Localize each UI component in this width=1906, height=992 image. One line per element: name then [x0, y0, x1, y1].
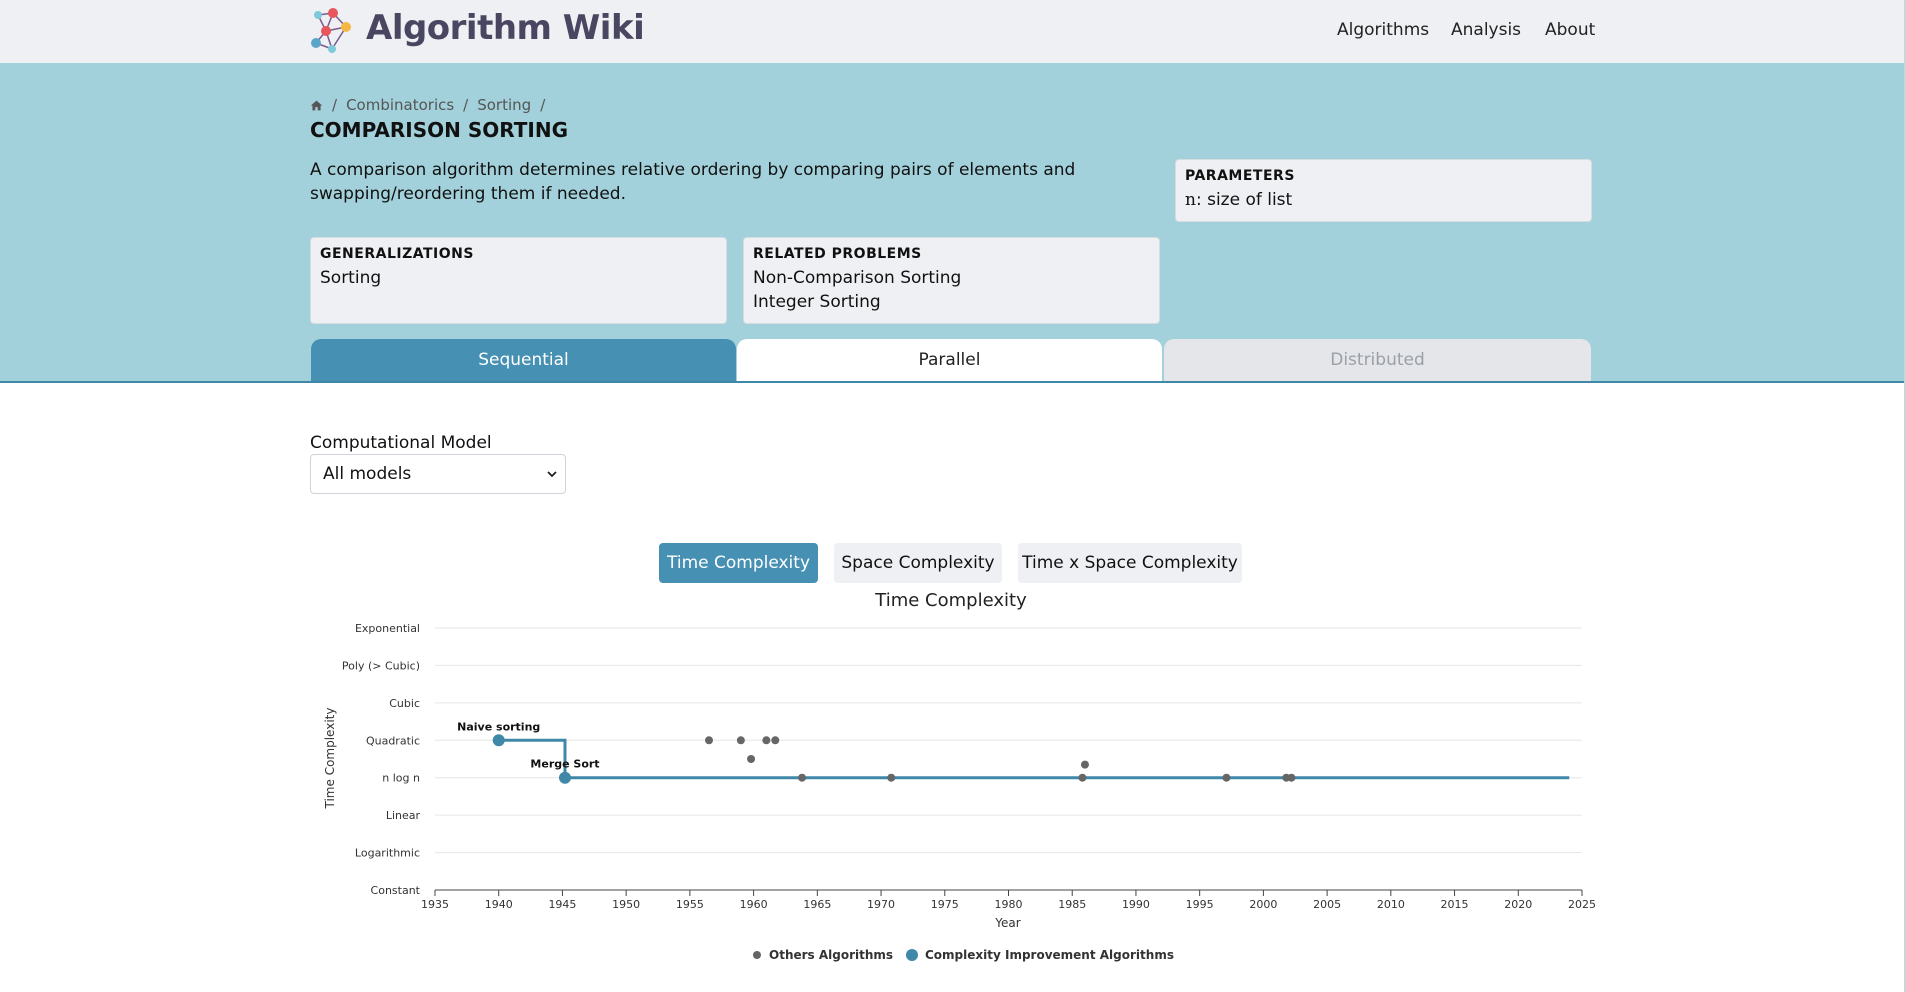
related-problems-heading: RELATED PROBLEMS [753, 246, 922, 262]
chart-x-tick-label: 1995 [1186, 898, 1214, 911]
breadcrumb-separator: / [540, 96, 546, 114]
chart-improvement-step-line [498, 738, 1570, 780]
chart-y-tick-label: Exponential [355, 622, 420, 635]
tab-sequential[interactable]: Sequential [311, 339, 736, 381]
chart-x-tick-label: 2000 [1249, 898, 1277, 911]
chart-x-axis-label: Year [994, 916, 1020, 930]
chart-y-tick-label: n log n [382, 772, 420, 785]
chart-y-tick-label: Poly (> Cubic) [342, 659, 420, 672]
computational-model-select[interactable]: All models [310, 454, 566, 494]
chart-point-other [1078, 773, 1087, 782]
problem-header-band [0, 63, 1904, 383]
generalization-link-sorting[interactable]: Sorting [320, 266, 717, 290]
chart-point-other [771, 736, 780, 745]
brand-title[interactable]: Algorithm Wiki [366, 8, 645, 48]
chart-point-improvement [492, 734, 505, 747]
chart-x-tick-label: 2005 [1313, 898, 1341, 911]
chart-data-label: Merge Sort [530, 758, 599, 771]
chart-legend-marker-others [753, 951, 761, 959]
parameter-text: : size of list [1195, 190, 1293, 210]
related-problems-card: RELATED PROBLEMS Non-Comparison Sorting … [743, 237, 1160, 324]
logo-icon[interactable] [308, 5, 358, 55]
tab-distributed[interactable]: Distributed [1164, 339, 1591, 381]
time-space-complexity-button[interactable]: Time x Space Complexity [1018, 543, 1242, 583]
chart-point-other [1222, 773, 1231, 782]
chart-x-tick-label: 1965 [803, 898, 831, 911]
chart-x-tick-label: 2010 [1377, 898, 1405, 911]
nav-link-about[interactable]: About [1545, 20, 1595, 40]
chart-x-tick-label: 1955 [676, 898, 704, 911]
computational-model-value: All models [323, 464, 412, 484]
tab-parallel[interactable]: Parallel [737, 339, 1162, 381]
page-title: COMPARISON SORTING [310, 118, 568, 142]
chart-title: Time Complexity [874, 590, 1027, 611]
chevron-down-icon [547, 471, 557, 478]
space-complexity-button[interactable]: Space Complexity [834, 543, 1002, 583]
chart-y-tick-label: Quadratic [366, 734, 420, 747]
chart-y-tick-label: Cubic [389, 697, 420, 710]
chart-point-other [798, 773, 807, 782]
parameter-item: n: size of list [1185, 188, 1582, 212]
chart-point-other [1080, 760, 1089, 769]
chart-y-tick-label: Linear [386, 809, 421, 822]
chart-x-tick-label: 1940 [485, 898, 513, 911]
chart-y-tick-label: Logarithmic [355, 847, 420, 860]
parameter-symbol: n [1185, 190, 1196, 210]
breadcrumb-combinatorics[interactable]: Combinatorics [346, 96, 454, 114]
chart-x-tick-label: 1970 [867, 898, 895, 911]
chart-y-tick-label: Constant [371, 884, 421, 897]
nav-link-algorithms[interactable]: Algorithms [1337, 20, 1429, 40]
chart-point-improvement [558, 771, 571, 784]
chart-point-other [762, 736, 771, 745]
chart-point-other [1287, 773, 1296, 782]
computational-model-label: Computational Model [310, 433, 492, 453]
breadcrumb-sorting[interactable]: Sorting [477, 96, 531, 114]
chart-legend-label-others: Others Algorithms [769, 948, 893, 962]
parameters-heading: PARAMETERS [1185, 168, 1295, 184]
chart-x-tick-label: 1950 [612, 898, 640, 911]
chart-point-other [747, 755, 756, 763]
related-problem-link[interactable]: Integer Sorting [753, 290, 1150, 314]
generalizations-card: GENERALIZATIONS Sorting [310, 237, 727, 324]
breadcrumb-separator: / [463, 96, 469, 114]
chart-point-other [887, 773, 896, 782]
chart-x-tick-label: 1935 [421, 898, 449, 911]
chart-x-tick-label: 2015 [1441, 898, 1469, 911]
top-navbar: Algorithm Wiki Algorithms Analysis About [0, 0, 1904, 64]
time-complexity-button[interactable]: Time Complexity [659, 543, 818, 583]
chart-x-tick-label: 2025 [1568, 898, 1596, 911]
chart-y-axis-label: Time Complexity [323, 708, 337, 810]
chart-x-tick-label: 1980 [995, 898, 1023, 911]
chart-point-other [736, 736, 745, 745]
breadcrumb: / Combinatorics / Sorting / [310, 96, 554, 114]
generalizations-heading: GENERALIZATIONS [320, 246, 474, 262]
nav-link-analysis[interactable]: Analysis [1451, 20, 1521, 40]
chart-legend-marker-improvement [906, 949, 918, 961]
chart-x-tick-label: 1975 [931, 898, 959, 911]
parameters-card: PARAMETERS n: size of list [1175, 159, 1592, 222]
chart-x-tick-label: 1990 [1122, 898, 1150, 911]
related-problem-link[interactable]: Non-Comparison Sorting [753, 266, 1150, 290]
chart-point-other [705, 736, 714, 745]
chart-x-tick-label: 1985 [1058, 898, 1086, 911]
breadcrumb-separator: / [332, 96, 338, 114]
problem-description: A comparison algorithm determines relati… [310, 160, 1076, 204]
chart-point-other [1282, 773, 1291, 782]
chart-x-tick-label: 2020 [1504, 898, 1532, 911]
home-icon[interactable] [310, 99, 323, 112]
chart-legend-label-improvement: Complexity Improvement Algorithms [925, 948, 1174, 962]
chart-data-label: Naive sorting [457, 720, 540, 733]
chart-x-tick-label: 1945 [548, 898, 576, 911]
chart-x-tick-label: 1960 [740, 898, 768, 911]
